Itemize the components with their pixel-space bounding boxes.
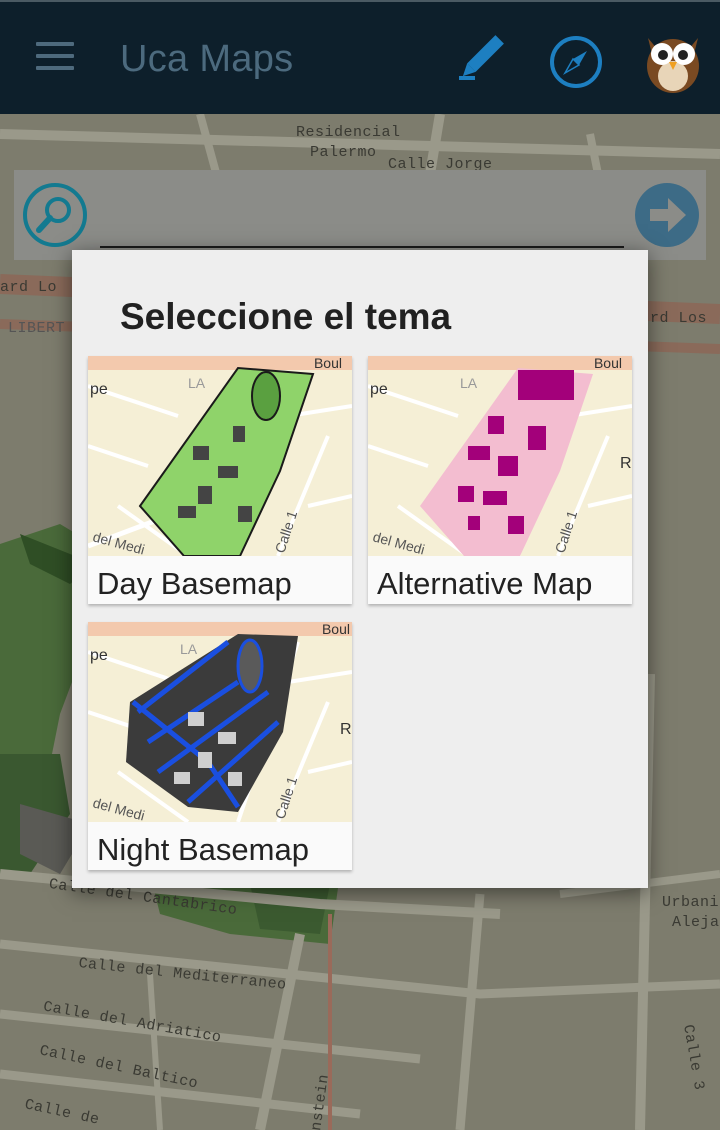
alt-thumb-pe: pe (370, 381, 388, 398)
menu-icon[interactable] (36, 42, 76, 72)
search-icon[interactable] (22, 182, 88, 248)
owl-avatar[interactable] (638, 24, 708, 94)
night-thumb-pe: pe (90, 647, 108, 664)
app-title: Uca Maps (120, 38, 294, 80)
pencil-icon[interactable] (455, 30, 509, 84)
day-basemap-thumbnail: Boul pe LA del Medi Calle 1 (88, 356, 352, 556)
arrow-right-icon[interactable] (634, 182, 700, 248)
night-thumb-boul: Boul (322, 622, 350, 637)
theme-dialog: Seleccione el tema Boul pe LA del Medi C… (72, 250, 648, 888)
search-bar (14, 170, 706, 260)
compass-icon[interactable] (549, 35, 603, 89)
map-label-libert: LIBERT (8, 320, 66, 337)
theme-label-night: Night Basemap (97, 832, 309, 867)
alt-thumb-r: R (620, 455, 632, 472)
theme-card-day-basemap[interactable]: Boul pe LA del Medi Calle 1 Day Basemap (88, 356, 352, 604)
alt-thumb-boul: Boul (594, 356, 622, 371)
theme-label-alternative: Alternative Map (377, 566, 593, 601)
day-thumb-pe: pe (90, 381, 108, 398)
theme-label-day: Day Basemap (97, 566, 292, 601)
map-label-bulevar-right: rd Los (650, 310, 708, 327)
alt-thumb-la: LA (460, 375, 478, 391)
night-thumb-la: LA (180, 641, 198, 657)
theme-card-alternative-map[interactable]: Boul pe LA R del Medi Calle 1 Alternativ… (368, 356, 632, 604)
map-label-urbaniz: Urbaniz (662, 894, 720, 911)
search-input[interactable] (100, 184, 624, 248)
alternative-map-thumbnail: Boul pe LA R del Medi Calle 1 (368, 356, 632, 556)
map-label-alejan: Alejan (672, 914, 720, 931)
app-bar: Uca Maps (0, 0, 720, 114)
map-label-palermo: Palermo (310, 144, 377, 161)
day-thumb-boul: Boul (314, 356, 342, 371)
map-label-residencial: Residencial (296, 124, 401, 141)
theme-card-night-basemap[interactable]: Boul pe LA R del Medi Calle 1 Night Base… (88, 622, 352, 870)
day-thumb-la: LA (188, 375, 206, 391)
night-thumb-r: R (340, 721, 352, 738)
night-basemap-thumbnail: Boul pe LA R del Medi Calle 1 (88, 622, 352, 822)
dialog-title: Seleccione el tema (120, 296, 452, 337)
map-label-bulevar-left: ard Lo (0, 279, 58, 296)
